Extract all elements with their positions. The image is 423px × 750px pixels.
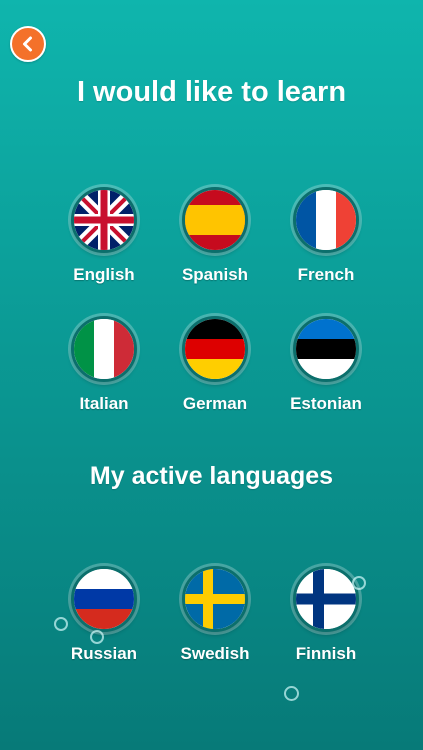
spain-flag-icon [182, 187, 248, 253]
bubble [284, 686, 299, 701]
language-label: Russian [70, 644, 138, 663]
language-spanish[interactable]: Spanish [160, 187, 270, 285]
learn-title: I would like to learn [76, 76, 347, 108]
france-flag-icon [293, 187, 359, 253]
italy-flag-icon [71, 316, 137, 382]
germany-flag-icon [182, 316, 248, 382]
language-label: Estonian [290, 394, 362, 413]
active-languages-title: My active languages [89, 462, 334, 490]
back-button[interactable] [10, 26, 46, 62]
uk-flag-icon [71, 187, 137, 253]
estonia-flag-icon [293, 316, 359, 382]
language-label: English [73, 265, 135, 284]
language-english[interactable]: English [49, 187, 159, 285]
language-label: French [297, 265, 355, 284]
language-french[interactable]: French [271, 187, 381, 285]
language-label: Finnish [295, 644, 357, 663]
language-label: Italian [79, 394, 129, 413]
language-russian[interactable]: Russian [49, 566, 159, 664]
bubble [352, 576, 366, 590]
bubble [54, 617, 68, 631]
language-german[interactable]: German [160, 316, 270, 414]
language-label: German [182, 394, 248, 413]
language-italian[interactable]: Italian [49, 316, 159, 414]
bubble [90, 630, 104, 644]
sweden-flag-icon [182, 566, 248, 632]
russia-flag-icon [71, 566, 137, 632]
chevron-left-icon [23, 36, 32, 52]
language-label: Spanish [181, 265, 249, 284]
language-estonian[interactable]: Estonian [271, 316, 381, 414]
language-label: Swedish [180, 644, 250, 663]
language-swedish[interactable]: Swedish [160, 566, 270, 664]
finland-flag-icon [293, 566, 359, 632]
